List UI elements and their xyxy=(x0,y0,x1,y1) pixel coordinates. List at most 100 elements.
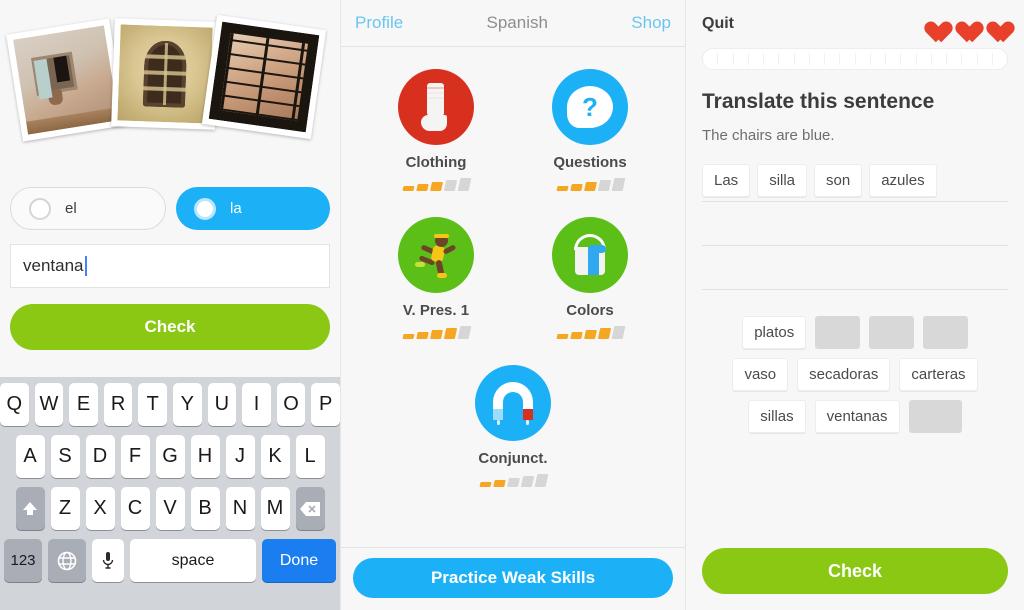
skill-conjunct-strength xyxy=(478,474,548,487)
check-button-word[interactable]: Check xyxy=(10,304,330,350)
check-button-translate[interactable]: Check xyxy=(702,548,1008,594)
word-answer-input[interactable]: ventana xyxy=(10,244,330,288)
answer-line-3[interactable] xyxy=(702,246,1008,290)
skill-conjunct-circle xyxy=(475,365,551,441)
word-bank-slot-used xyxy=(869,316,914,349)
key-p[interactable]: P xyxy=(311,383,340,426)
answer-area: Las silla son azules xyxy=(702,160,1008,290)
key-i[interactable]: I xyxy=(242,383,271,426)
source-sentence: The chairs are blue. xyxy=(702,127,835,144)
skill-questions-strength xyxy=(555,178,625,191)
skill-clothing[interactable]: Clothing xyxy=(376,69,496,191)
heart-icon xyxy=(951,12,977,36)
article-option-el[interactable]: el xyxy=(10,187,166,230)
key-space[interactable]: space xyxy=(130,539,256,582)
key-t[interactable]: T xyxy=(138,383,167,426)
key-w[interactable]: W xyxy=(34,383,64,426)
answer-tile[interactable]: son xyxy=(814,164,863,197)
keyboard-row-4: 123 space Done xyxy=(0,539,340,582)
skill-v-pres-1-label: V. Pres. 1 xyxy=(402,302,470,319)
skill-clothing-label: Clothing xyxy=(405,154,467,171)
lesson-progress-bar xyxy=(702,48,1008,70)
shift-icon[interactable] xyxy=(15,487,45,530)
key-e[interactable]: E xyxy=(69,383,98,426)
onscreen-keyboard: Q W E R T Y U I O P A S D F G H J K L Z … xyxy=(0,377,340,610)
skill-tree: Clothing ? Questions V. Pres. 1 Colors C… xyxy=(341,47,685,547)
key-o[interactable]: O xyxy=(276,383,306,426)
answer-tile[interactable]: Las xyxy=(702,164,751,197)
skill-colors-strength xyxy=(555,326,625,339)
skill-questions[interactable]: ? Questions xyxy=(530,69,650,191)
key-c[interactable]: C xyxy=(120,487,150,530)
skill-colors-label: Colors xyxy=(566,302,614,319)
backspace-icon[interactable] xyxy=(295,487,325,530)
key-l[interactable]: L xyxy=(295,435,325,478)
photo-card-3 xyxy=(201,14,327,140)
key-n[interactable]: N xyxy=(225,487,255,530)
heart-icon xyxy=(920,12,946,36)
word-bank-tile-ventanas[interactable]: ventanas xyxy=(814,400,900,433)
key-v[interactable]: V xyxy=(155,487,185,530)
exercise-title: Translate this sentence xyxy=(702,90,935,113)
word-entry-exercise-panel: el la ventana Check Q W E R T Y U I O P … xyxy=(0,0,340,610)
key-y[interactable]: Y xyxy=(173,383,202,426)
key-d[interactable]: D xyxy=(85,435,115,478)
key-k[interactable]: K xyxy=(260,435,290,478)
globe-icon[interactable] xyxy=(48,539,86,582)
word-bank-tile-sillas[interactable]: sillas xyxy=(748,400,806,433)
profile-link[interactable]: Profile xyxy=(355,13,403,33)
skill-colors[interactable]: Colors xyxy=(530,217,650,339)
question-bubble-icon: ? xyxy=(567,86,613,128)
key-g[interactable]: G xyxy=(155,435,185,478)
key-done[interactable]: Done xyxy=(262,539,336,582)
skill-row-2: V. Pres. 1 Colors xyxy=(341,217,685,339)
word-bank-tile-vaso[interactable]: vaso xyxy=(732,358,789,391)
skill-row-3: Conjunct. xyxy=(341,365,685,487)
microphone-icon[interactable] xyxy=(92,539,124,582)
key-q[interactable]: Q xyxy=(0,383,29,426)
key-s[interactable]: S xyxy=(50,435,80,478)
word-bank-slot-used xyxy=(908,400,962,433)
key-j[interactable]: J xyxy=(225,435,255,478)
shop-link[interactable]: Shop xyxy=(631,13,671,33)
key-f[interactable]: F xyxy=(120,435,150,478)
heart-icon xyxy=(982,12,1008,36)
answer-line-1[interactable]: Las silla son azules xyxy=(702,160,1008,202)
answer-line-2[interactable] xyxy=(702,202,1008,246)
article-option-la[interactable]: la xyxy=(176,187,330,230)
key-m[interactable]: M xyxy=(260,487,290,530)
skill-v-pres-1-strength xyxy=(401,326,471,339)
key-r[interactable]: R xyxy=(103,383,133,426)
key-x[interactable]: X xyxy=(85,487,115,530)
key-a[interactable]: A xyxy=(15,435,45,478)
answer-tile[interactable]: azules xyxy=(869,164,937,197)
skill-conjunct-label: Conjunct. xyxy=(478,450,548,467)
answer-tile[interactable]: silla xyxy=(757,164,808,197)
sock-icon xyxy=(421,83,451,131)
skill-v-pres-1[interactable]: V. Pres. 1 xyxy=(376,217,496,339)
word-bank-slot-used xyxy=(922,316,968,349)
hearts-counter xyxy=(920,12,1008,36)
key-u[interactable]: U xyxy=(207,383,237,426)
practice-weak-skills-button[interactable]: Practice Weak Skills xyxy=(353,558,673,598)
article-option-la-label: la xyxy=(230,200,242,217)
quit-button[interactable]: Quit xyxy=(702,15,734,33)
word-bank-tile-secadoras[interactable]: secadoras xyxy=(797,358,891,391)
key-h[interactable]: H xyxy=(190,435,220,478)
skill-clothing-circle xyxy=(398,69,474,145)
skill-conjunct[interactable]: Conjunct. xyxy=(453,365,573,487)
key-z[interactable]: Z xyxy=(50,487,80,530)
lesson-topbar: Quit xyxy=(702,0,1008,48)
skill-tree-panel: Profile Spanish Shop Clothing ? Question… xyxy=(340,0,686,610)
word-bank-tile-carteras[interactable]: carteras xyxy=(899,358,978,391)
word-answer-value: ventana xyxy=(23,256,84,275)
runner-icon xyxy=(413,232,459,278)
key-b[interactable]: B xyxy=(190,487,220,530)
key-numbers[interactable]: 123 xyxy=(4,539,42,582)
word-bank-slot-used xyxy=(815,316,861,349)
skill-v-pres-1-circle xyxy=(398,217,474,293)
skill-tree-header: Profile Spanish Shop xyxy=(341,0,685,47)
skill-questions-circle: ? xyxy=(552,69,628,145)
word-bank-tile-platos[interactable]: platos xyxy=(742,316,807,349)
keyboard-row-2: A S D F G H J K L xyxy=(0,435,340,478)
